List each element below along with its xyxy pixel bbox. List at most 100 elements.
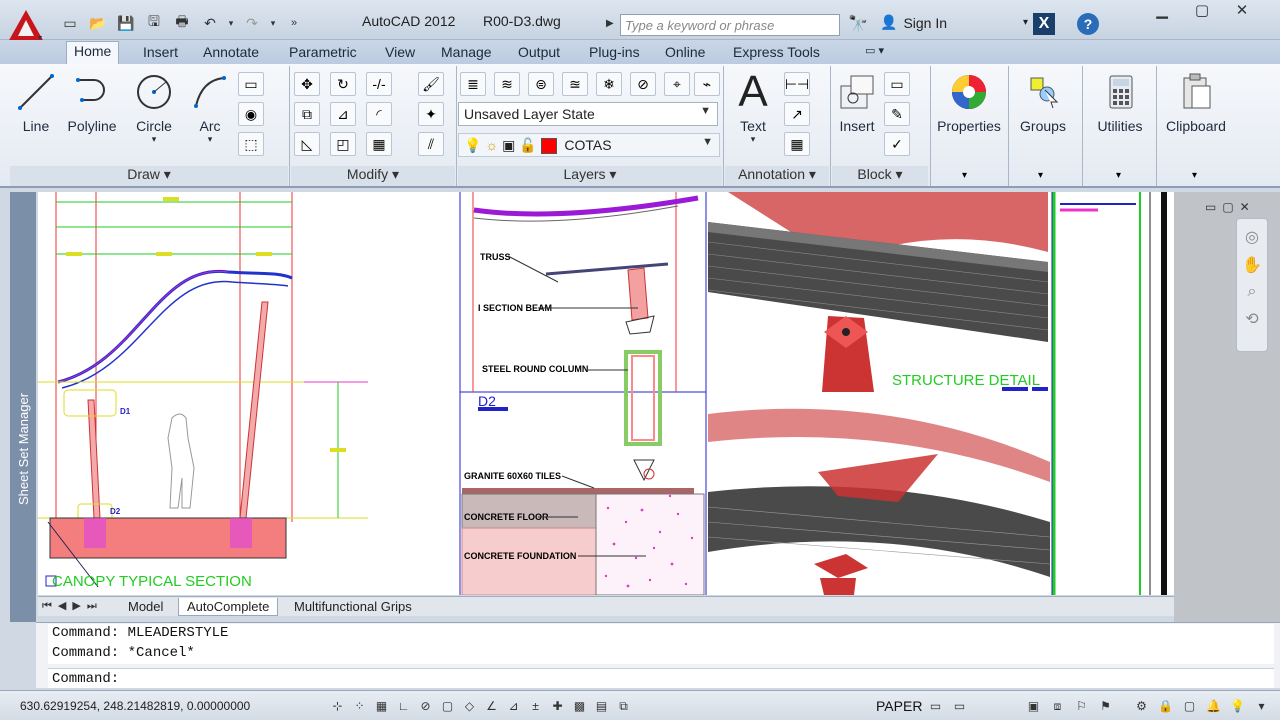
clean-screen-icon[interactable]: ▭ (1276, 697, 1280, 715)
status-menu-icon[interactable]: ▾ (1252, 697, 1271, 715)
trim-icon[interactable]: -/- (366, 72, 392, 96)
array-icon[interactable]: ▦ (366, 132, 392, 156)
table-icon[interactable]: ▦ (784, 132, 810, 156)
chevron-down-icon[interactable]: ▾ (1038, 170, 1043, 181)
properties-button[interactable]: Properties (932, 70, 1006, 134)
undo-dropdown-icon[interactable]: ▾ (226, 12, 236, 34)
tab-output[interactable]: Output (511, 43, 567, 61)
tab-view[interactable]: View (378, 43, 422, 61)
new-file-icon[interactable]: ▭ (58, 12, 82, 34)
close-button[interactable]: ✕ (1222, 0, 1262, 24)
layers-panel-title[interactable]: Layers ▾ (458, 166, 722, 186)
tab-insert[interactable]: Insert (136, 43, 185, 61)
rotate-icon[interactable]: ↻ (330, 72, 356, 96)
drawing-canvas[interactable]: CANOPY TYPICAL SECTION D1 D2 D2 TRUSS I … (38, 192, 1174, 595)
3d-object-snap-icon[interactable]: ◇ (460, 697, 479, 715)
circle-button[interactable]: Circle ▾ (130, 70, 178, 145)
coordinate-readout[interactable]: 630.62919254, 248.21482819, 0.00000000 (20, 699, 250, 713)
modify-panel-title[interactable]: Modify ▾ (291, 166, 455, 186)
dimension-icon[interactable]: ⊢⊣ (784, 72, 810, 96)
copy-icon[interactable]: ⧉ (294, 102, 320, 126)
move-icon[interactable]: ✥ (294, 72, 320, 96)
infer-constraints-icon[interactable]: ⊹ (328, 697, 347, 715)
insert-button[interactable]: Insert (834, 70, 880, 134)
hatch-icon[interactable]: ◉ (238, 102, 264, 126)
tab-multifunctional-grips[interactable]: Multifunctional Grips (286, 598, 420, 615)
binoculars-icon[interactable]: 🔭 (848, 14, 868, 34)
redo-dropdown-icon[interactable]: ▾ (268, 12, 278, 34)
lineweight-icon[interactable]: ✚ (548, 697, 567, 715)
search-input[interactable]: Type a keyword or phrase (620, 14, 840, 36)
stretch-icon[interactable]: ◺ (294, 132, 320, 156)
quick-properties-icon[interactable]: ▤ (592, 697, 611, 715)
chevron-down-icon[interactable]: ▾ (1116, 170, 1121, 181)
layer-walk-icon[interactable]: ⌁ (694, 72, 720, 96)
update-notification-icon[interactable]: 🔔 (1204, 697, 1223, 715)
sign-in-button[interactable]: 👤 Sign In ▾ (880, 14, 1028, 31)
layer-state-icon[interactable]: ≋ (494, 72, 520, 96)
paper-space-toggle[interactable]: PAPER (876, 698, 922, 714)
erase-icon[interactable]: 🖌 (418, 72, 444, 96)
quick-view-drawings-icon[interactable]: ▭ (950, 697, 969, 715)
annotation-scale-icon[interactable]: ⧈ (1048, 697, 1067, 715)
tab-parametric[interactable]: Parametric (282, 43, 364, 61)
clipboard-button[interactable]: Clipboard (1160, 70, 1232, 134)
hardware-acceleration-icon[interactable]: ▢ (1180, 697, 1199, 715)
redo-icon[interactable]: ↷ (240, 12, 264, 34)
tab-model[interactable]: Model (120, 598, 171, 615)
minimize-button[interactable]: ▁ (1142, 0, 1182, 24)
line-button[interactable]: Line (14, 70, 58, 134)
draw-panel-title[interactable]: Draw ▾ (10, 166, 288, 186)
pan-hand-icon[interactable]: ✋ (1237, 255, 1267, 275)
tab-manage[interactable]: Manage (434, 43, 499, 61)
tab-express-tools[interactable]: Express Tools (726, 43, 827, 61)
toolbar-lock-icon[interactable]: 🔒 (1156, 697, 1175, 715)
chevron-down-icon[interactable]: ▾ (1192, 170, 1197, 181)
object-snap-tracking-icon[interactable]: ∠ (482, 697, 501, 715)
selection-cycling-icon[interactable]: ⧉ (614, 697, 633, 715)
layer-match-icon[interactable]: ⌖ (664, 72, 690, 96)
quick-view-layouts-icon[interactable]: ▭ (926, 697, 945, 715)
layer-dropdown[interactable]: 💡 ☼ ▣ 🔓 COTAS ▼ (458, 133, 720, 157)
tab-autocomplete[interactable]: AutoComplete (178, 598, 279, 616)
undo-icon[interactable]: ↶ (198, 12, 222, 34)
viewport-controls[interactable]: ▭▢✕ (1205, 200, 1256, 214)
object-snap-icon[interactable]: ▢ (438, 697, 457, 715)
arc-button[interactable]: Arc ▾ (188, 70, 232, 145)
tab-online[interactable]: Online (658, 43, 712, 61)
layer-state-dropdown[interactable]: Unsaved Layer State ▼ (458, 102, 718, 126)
fillet-icon[interactable]: ◜ (366, 102, 392, 126)
layer-freeze-icon[interactable]: ❄ (596, 72, 622, 96)
steering-wheel-icon[interactable]: ◎ (1237, 227, 1267, 247)
boundary-icon[interactable]: ⬚ (238, 132, 264, 156)
maximize-button[interactable]: ▢ (1182, 0, 1222, 24)
scale-icon[interactable]: ◰ (330, 132, 356, 156)
layer-off-icon[interactable]: ⊘ (630, 72, 656, 96)
exchange-icon[interactable]: X (1033, 13, 1055, 35)
orbit-icon[interactable]: ⟲ (1237, 309, 1267, 329)
edit-block-icon[interactable]: ✎ (884, 102, 910, 126)
search-expand-icon[interactable]: ▶ (606, 18, 614, 29)
annotation-visibility-icon[interactable]: ⚐ (1072, 697, 1091, 715)
save-as-icon[interactable]: 🖫 (142, 12, 166, 34)
ribbon-minimize-icon[interactable]: ▭ ▾ (858, 43, 891, 58)
annotation-panel-title[interactable]: Annotation ▾ (725, 166, 829, 186)
edit-attributes-icon[interactable]: ✓ (884, 132, 910, 156)
help-icon[interactable]: ? (1077, 13, 1099, 35)
polar-tracking-icon[interactable]: ⊘ (416, 697, 435, 715)
save-icon[interactable]: 💾 (114, 12, 138, 34)
layer-isolate-icon[interactable]: ⊜ (528, 72, 554, 96)
qat-more-icon[interactable]: » (282, 12, 306, 34)
tab-home[interactable]: Home (66, 41, 120, 64)
create-block-icon[interactable]: ▭ (884, 72, 910, 96)
isolate-objects-icon[interactable]: 💡 (1228, 697, 1247, 715)
tab-plugins[interactable]: Plug-ins (582, 43, 647, 61)
layout-nav-arrows[interactable]: ⏮◀▶⏭ (42, 599, 103, 613)
dynamic-input-icon[interactable]: ± (526, 697, 545, 715)
zoom-icon[interactable]: ⌕ (1237, 283, 1267, 301)
rectangle-icon[interactable]: ▭ (238, 72, 264, 96)
grid-display-icon[interactable]: ▦ (372, 697, 391, 715)
explode-icon[interactable]: ✦ (418, 102, 444, 126)
layer-unisolate-icon[interactable]: ≊ (562, 72, 588, 96)
navigation-bar[interactable]: ◎ ✋ ⌕ ⟲ (1236, 218, 1268, 352)
